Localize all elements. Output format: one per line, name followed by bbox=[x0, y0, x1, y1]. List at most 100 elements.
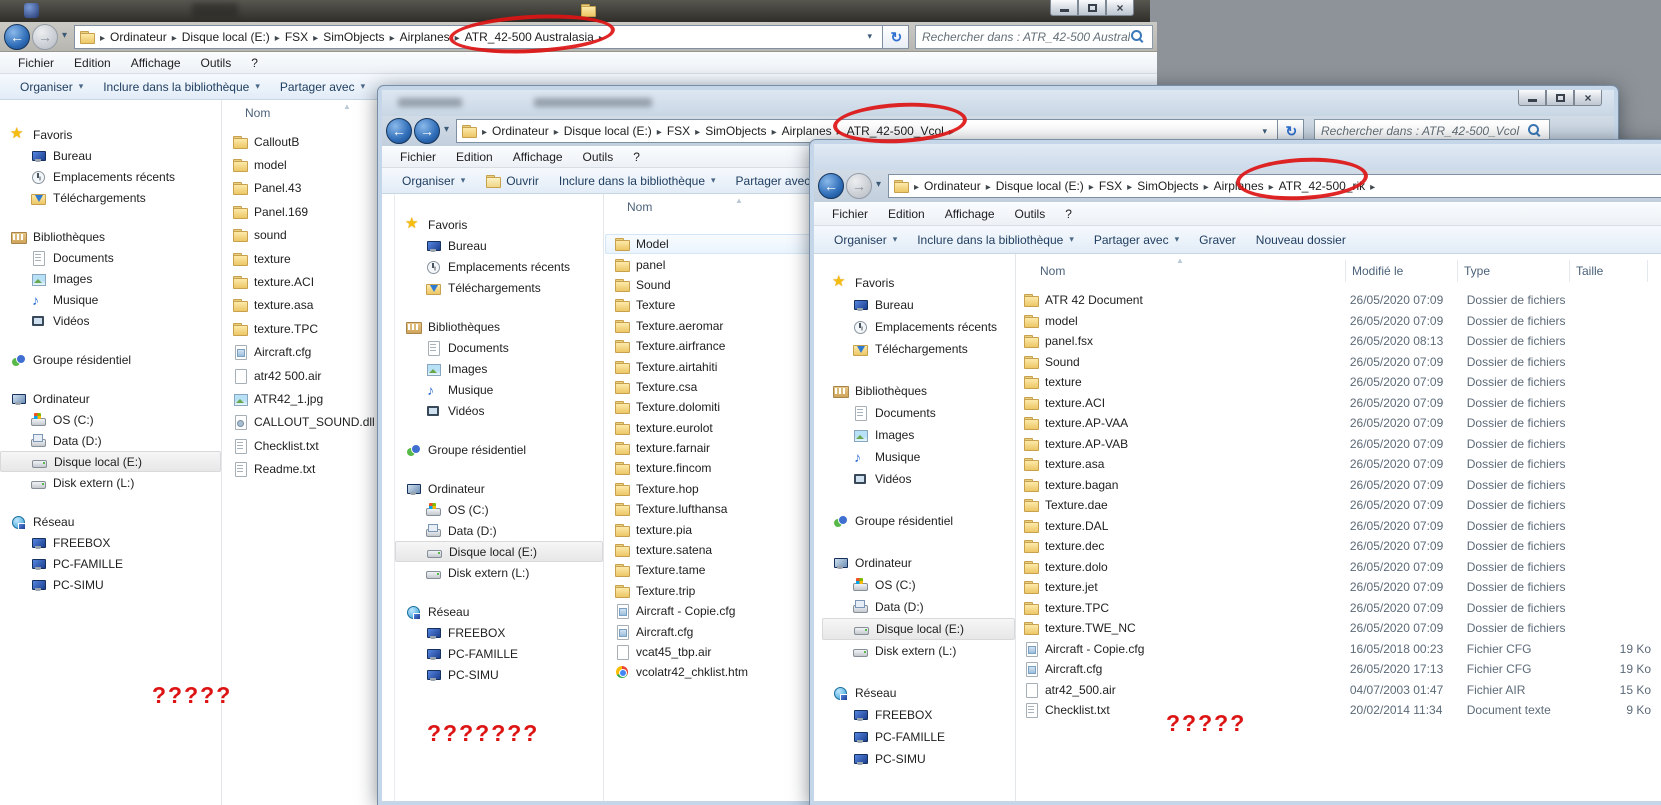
sidebar-item[interactable]: Documents bbox=[822, 402, 1015, 424]
sidebar-section-header[interactable]: Réseau bbox=[395, 601, 603, 622]
sidebar-item[interactable]: Disque local (E:) bbox=[822, 618, 1015, 640]
search-icon[interactable] bbox=[1130, 29, 1146, 45]
sidebar-item[interactable]: Disk extern (L:) bbox=[822, 640, 1015, 662]
sidebar-item[interactable]: Bureau bbox=[822, 294, 1015, 316]
sidebar-section-header[interactable]: Groupe résidentiel bbox=[0, 349, 221, 370]
toolbar-button[interactable]: Partager avec ▾ bbox=[1084, 230, 1189, 250]
menu-item[interactable]: Affichage bbox=[935, 205, 1005, 223]
file-row[interactable]: texture.asa 26/05/2020 07:09 Dossier de … bbox=[1016, 454, 1661, 475]
sidebar-item[interactable]: Emplacements récents bbox=[395, 256, 603, 277]
sidebar-item[interactable]: Images bbox=[822, 424, 1015, 446]
back-button[interactable] bbox=[4, 23, 30, 50]
sidebar-item[interactable]: Musique bbox=[0, 289, 221, 310]
menu-item[interactable]: ? bbox=[1055, 205, 1082, 223]
toolbar-button[interactable]: Inclure dans la bibliothèque ▾ bbox=[907, 230, 1084, 250]
column-header-name[interactable]: Nom bbox=[223, 106, 270, 126]
sidebar-item[interactable]: Disque local (E:) bbox=[0, 451, 221, 472]
menu-item[interactable]: Affichage bbox=[121, 54, 191, 72]
file-row[interactable]: Sound 26/05/2020 07:09 Dossier de fichie… bbox=[1016, 352, 1661, 373]
maximize-button[interactable] bbox=[1078, 0, 1106, 16]
title-bar[interactable]: × bbox=[382, 90, 1614, 116]
toolbar-button[interactable]: Graver▾ bbox=[1189, 230, 1246, 250]
sidebar-section-header[interactable]: Ordinateur bbox=[395, 478, 603, 499]
maximize-button[interactable] bbox=[1546, 90, 1574, 106]
breadcrumb-segment[interactable]: Ordinateur bbox=[492, 124, 564, 138]
sidebar-item[interactable]: Vidéos bbox=[822, 468, 1015, 490]
file-row[interactable]: model 26/05/2020 07:09 Dossier de fichie… bbox=[1016, 311, 1661, 332]
file-row[interactable]: ATR 42 Document 26/05/2020 07:09 Dossier… bbox=[1016, 290, 1661, 311]
sidebar-section-header[interactable]: Favoris bbox=[0, 124, 221, 145]
toolbar-button[interactable]: Partager avec ▾ bbox=[270, 77, 375, 97]
menu-item[interactable]: Fichier bbox=[822, 205, 878, 223]
minimize-button[interactable] bbox=[1518, 90, 1546, 106]
file-row[interactable]: Texture.dae 26/05/2020 07:09 Dossier de … bbox=[1016, 495, 1661, 516]
sidebar-item[interactable]: FREEBOX bbox=[0, 532, 221, 553]
sidebar-item[interactable]: Images bbox=[0, 268, 221, 289]
sidebar-item[interactable]: Musique bbox=[395, 379, 603, 400]
close-button[interactable]: × bbox=[1106, 0, 1134, 16]
file-row[interactable]: texture.TPC 26/05/2020 07:09 Dossier de … bbox=[1016, 598, 1661, 619]
menu-item[interactable]: Fichier bbox=[8, 54, 64, 72]
sidebar-section-header[interactable]: Groupe résidentiel bbox=[395, 439, 603, 460]
breadcrumb-segment[interactable]: SimObjects bbox=[1137, 179, 1213, 193]
sidebar-item[interactable]: Vidéos bbox=[395, 400, 603, 421]
forward-button[interactable] bbox=[846, 173, 872, 199]
sidebar-section-header[interactable]: Ordinateur bbox=[0, 388, 221, 409]
menu-item[interactable]: Edition bbox=[64, 54, 121, 72]
sidebar-item[interactable]: Bureau bbox=[395, 235, 603, 256]
forward-button[interactable] bbox=[32, 23, 58, 50]
file-row[interactable]: texture.TWE_NC 26/05/2020 07:09 Dossier … bbox=[1016, 618, 1661, 639]
sidebar-section-header[interactable]: Groupe résidentiel bbox=[822, 510, 1015, 532]
sidebar-item[interactable]: Disk extern (L:) bbox=[0, 472, 221, 493]
breadcrumb-segment[interactable]: SimObjects bbox=[705, 124, 781, 138]
sidebar-section-header[interactable]: Bibliothèques bbox=[0, 226, 221, 247]
sidebar-item[interactable]: PC-FAMILLE bbox=[395, 643, 603, 664]
sidebar-item[interactable]: PC-SIMU bbox=[822, 748, 1015, 770]
menu-item[interactable]: Outils bbox=[573, 148, 624, 166]
sidebar-item[interactable]: Téléchargements bbox=[395, 277, 603, 298]
sidebar-section-header[interactable]: Bibliothèques bbox=[822, 380, 1015, 402]
search-box[interactable] bbox=[915, 24, 1153, 49]
file-row[interactable]: panel.fsx 26/05/2020 08:13 Dossier de fi… bbox=[1016, 331, 1661, 352]
breadcrumb-segment[interactable]: Disque local (E:) bbox=[564, 124, 667, 138]
back-button[interactable] bbox=[386, 118, 412, 144]
sidebar-item[interactable]: Documents bbox=[0, 247, 221, 268]
file-row[interactable]: Checklist.txt 20/02/2014 11:34 Document … bbox=[1016, 700, 1661, 721]
menu-item[interactable]: Outils bbox=[191, 54, 242, 72]
menu-item[interactable]: Outils bbox=[1005, 205, 1056, 223]
menu-item[interactable]: ? bbox=[623, 148, 650, 166]
sidebar-item[interactable]: PC-SIMU bbox=[395, 664, 603, 685]
sidebar-section-header[interactable]: Bibliothèques bbox=[395, 316, 603, 337]
file-row[interactable]: Aircraft.cfg 26/05/2020 17:13 Fichier CF… bbox=[1016, 659, 1661, 680]
sidebar-item[interactable]: FREEBOX bbox=[395, 622, 603, 643]
toolbar-button[interactable]: Organiser ▾ bbox=[824, 230, 907, 250]
file-row[interactable]: texture 26/05/2020 07:09 Dossier de fich… bbox=[1016, 372, 1661, 393]
column-header-modified[interactable]: Modifié le bbox=[1346, 260, 1458, 282]
menu-item[interactable]: Fichier bbox=[390, 148, 446, 166]
file-row[interactable]: texture.AP-VAA 26/05/2020 07:09 Dossier … bbox=[1016, 413, 1661, 434]
sidebar-item[interactable]: Documents bbox=[395, 337, 603, 358]
sidebar-section-header[interactable]: Favoris bbox=[395, 214, 603, 235]
menu-item[interactable]: Edition bbox=[446, 148, 503, 166]
sidebar-item[interactable]: Téléchargements bbox=[822, 338, 1015, 360]
search-icon[interactable] bbox=[1527, 123, 1543, 139]
sidebar-item[interactable]: Data (D:) bbox=[0, 430, 221, 451]
breadcrumb-segment[interactable]: Disque local (E:) bbox=[182, 30, 285, 44]
sidebar-item[interactable]: PC-SIMU bbox=[0, 574, 221, 595]
breadcrumb-segment[interactable]: Ordinateur bbox=[924, 179, 996, 193]
sidebar-item[interactable]: PC-FAMILLE bbox=[0, 553, 221, 574]
toolbar-button[interactable]: Inclure dans la bibliothèque ▾ bbox=[549, 171, 726, 191]
address-dropdown-icon[interactable]: ▾ bbox=[861, 31, 878, 42]
file-row[interactable]: texture.ACI 26/05/2020 07:09 Dossier de … bbox=[1016, 393, 1661, 414]
file-row[interactable]: Aircraft - Copie.cfg 16/05/2018 00:23 Fi… bbox=[1016, 639, 1661, 660]
column-header-type[interactable]: Type bbox=[1458, 260, 1570, 282]
file-row[interactable]: texture.bagan 26/05/2020 07:09 Dossier d… bbox=[1016, 475, 1661, 496]
sidebar-section-header[interactable]: Réseau bbox=[822, 682, 1015, 704]
sidebar-item[interactable]: Emplacements récents bbox=[822, 316, 1015, 338]
menu-item[interactable]: ? bbox=[241, 54, 268, 72]
file-row[interactable]: atr42_500.air 04/07/2003 01:47 Fichier A… bbox=[1016, 680, 1661, 701]
history-dropdown-icon[interactable] bbox=[872, 178, 888, 194]
sidebar-item[interactable]: OS (C:) bbox=[822, 574, 1015, 596]
minimize-button[interactable] bbox=[1050, 0, 1078, 16]
sidebar-item[interactable]: Data (D:) bbox=[395, 520, 603, 541]
